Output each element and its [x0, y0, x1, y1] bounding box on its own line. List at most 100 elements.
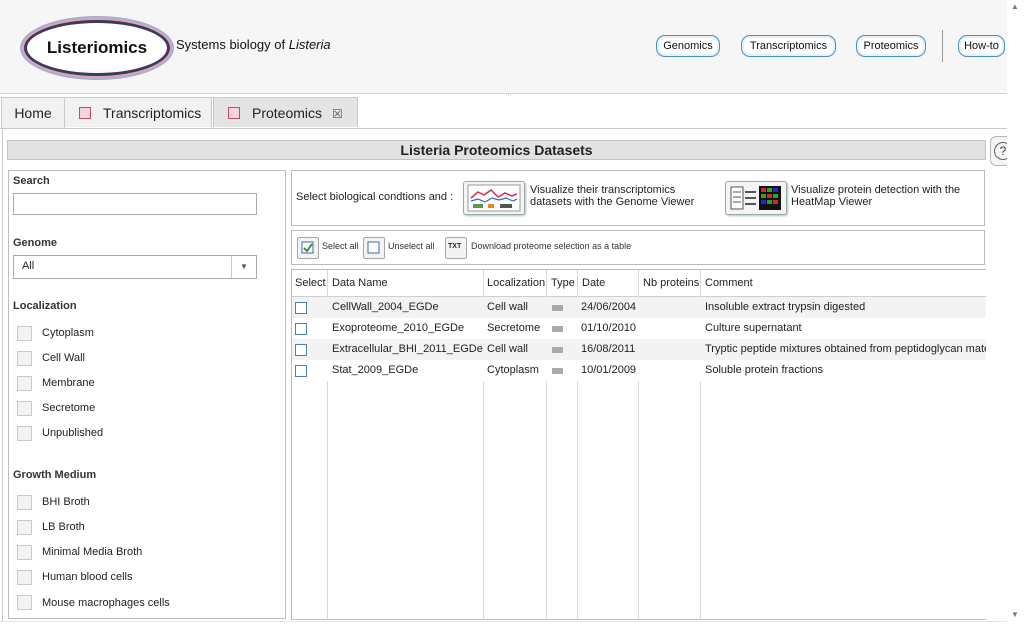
- cell-localization: Cell wall: [487, 343, 528, 355]
- row-select-checkbox[interactable]: [295, 302, 307, 314]
- checkbox-label: Unpublished: [42, 427, 104, 439]
- help-button[interactable]: ?: [990, 136, 1012, 166]
- checkbox-label: Membrane: [42, 377, 95, 389]
- tab-transcriptomics-label: Transcriptomics: [103, 105, 202, 121]
- nav-transcriptomics-button[interactable]: Transcriptomics: [741, 35, 836, 57]
- checkbox-label: Cytoplasm: [42, 327, 94, 339]
- checkbox-human-blood[interactable]: [17, 570, 32, 585]
- cell-data-name: Stat_2009_EGDe: [332, 364, 419, 376]
- cell-date: 24/06/2004: [581, 301, 637, 313]
- heatmap-viewer-text[interactable]: Visualize protein detection with the Heat…: [791, 184, 960, 208]
- listeriomics-logo[interactable]: Listeriomics: [24, 20, 170, 76]
- genome-viewer-button[interactable]: [463, 181, 525, 215]
- cell-data-name: Extracellular_BHI_2011_EGDe: [332, 343, 483, 355]
- cell-date: 10/01/2009: [581, 364, 637, 376]
- cell-localization: Cell wall: [487, 301, 528, 313]
- row-select-checkbox[interactable]: [295, 323, 307, 335]
- nav-genomics-button[interactable]: Genomics: [656, 35, 720, 57]
- table-row[interactable]: CellWall_2004_EGDe Cell wall 24/06/2004 …: [292, 297, 986, 318]
- close-tab-icon[interactable]: ☒: [332, 107, 343, 121]
- checkbox-cytoplasm[interactable]: [17, 326, 32, 341]
- genome-viewer-line2: datasets with the Genome Viewer: [530, 196, 695, 208]
- unselect-all-button[interactable]: [363, 237, 385, 259]
- cell-date: 01/10/2010: [581, 322, 637, 334]
- type-icon: [552, 347, 563, 353]
- heatmap-viewer-line1: Visualize protein detection with the: [791, 184, 961, 196]
- datasets-table: Select Data Name Localization Type Date …: [291, 269, 986, 620]
- dataset-icon: [79, 107, 91, 119]
- checkbox-bhi-broth[interactable]: [17, 495, 32, 510]
- table-row[interactable]: Extracellular_BHI_2011_EGDe Cell wall 16…: [292, 339, 986, 360]
- tab-transcriptomics[interactable]: Transcriptomics: [64, 97, 212, 127]
- row-select-checkbox[interactable]: [295, 365, 307, 377]
- row-select-checkbox[interactable]: [295, 344, 307, 356]
- growth-medium-label: Growth Medium: [13, 469, 97, 481]
- tab-home[interactable]: Home: [1, 97, 65, 128]
- type-icon: [552, 368, 563, 374]
- genome-label: Genome: [13, 237, 58, 249]
- scroll-down-icon[interactable]: ▼: [1011, 610, 1019, 619]
- table-row[interactable]: Exoproteome_2010_EGDe Secretome 01/10/20…: [292, 318, 986, 339]
- select-all-label[interactable]: Select all: [322, 241, 359, 251]
- checkbox-lb-broth[interactable]: [17, 520, 32, 535]
- checkbox-mouse-macrophages[interactable]: [17, 595, 32, 610]
- cell-localization: Cytoplasm: [487, 364, 539, 376]
- tab-home-label: Home: [14, 105, 52, 121]
- horizontal-scrollbar[interactable]: [0, 621, 1007, 627]
- cell-date: 16/08/2011: [581, 343, 636, 355]
- dataset-icon: [228, 107, 240, 119]
- cell-data-name: CellWall_2004_EGDe: [332, 301, 439, 313]
- column-header-date[interactable]: Date: [582, 270, 605, 296]
- checkbox-label: Minimal Media Broth: [42, 546, 143, 558]
- checkbox-secretome[interactable]: [17, 401, 32, 416]
- download-table-button[interactable]: TXT: [445, 237, 467, 259]
- nav-proteomics-button[interactable]: Proteomics: [856, 35, 926, 57]
- checkbox-membrane[interactable]: [17, 376, 32, 391]
- checkbox-label: Human blood cells: [42, 571, 133, 583]
- genome-viewer-line1: Visualize their transcriptomics: [530, 184, 676, 196]
- cell-comment: Soluble protein fractions: [705, 364, 824, 376]
- checkbox-cell-wall[interactable]: [17, 351, 32, 366]
- select-all-button[interactable]: [297, 237, 319, 259]
- type-icon: [552, 305, 563, 311]
- cell-localization: Secretome: [487, 322, 541, 334]
- search-input[interactable]: [13, 193, 257, 215]
- tagline-species: Listeria: [288, 37, 331, 52]
- unselect-all-label[interactable]: Unselect all: [388, 241, 435, 251]
- column-header-data-name[interactable]: Data Name: [332, 270, 388, 296]
- genome-viewer-text[interactable]: Visualize their transcriptomics datasets …: [530, 184, 694, 208]
- column-header-type[interactable]: Type: [551, 270, 575, 296]
- genome-select[interactable]: All ▼: [13, 255, 257, 279]
- action-prompt: Select biological condtions and :: [296, 191, 454, 203]
- chevron-down-icon[interactable]: ▼: [231, 256, 256, 278]
- genome-viewer-icon: [467, 184, 521, 212]
- cell-comment: Culture supernatant: [705, 322, 802, 334]
- search-label: Search: [13, 175, 50, 187]
- checkbox-minimal-media[interactable]: [17, 545, 32, 560]
- tab-proteomics[interactable]: Proteomics ☒: [213, 97, 358, 127]
- empty-box-icon: [367, 241, 380, 254]
- column-header-localization[interactable]: Localization: [487, 270, 545, 296]
- heatmap-viewer-icon: [730, 186, 781, 210]
- cell-comment: Insoluble extract trypsin digested: [705, 301, 866, 313]
- column-header-nb-proteins[interactable]: Nb proteins: [643, 270, 699, 296]
- checkbox-label: BHI Broth: [42, 496, 90, 508]
- nav-divider: [942, 30, 943, 62]
- tagline-prefix: Systems biology of: [176, 37, 289, 52]
- checked-box-icon: [301, 241, 314, 254]
- download-table-label[interactable]: Download proteome selection as a table: [471, 241, 631, 251]
- cell-data-name: Exoproteome_2010_EGDe: [332, 322, 465, 334]
- heatmap-viewer-button[interactable]: [725, 181, 787, 215]
- type-icon: [552, 326, 563, 332]
- column-header-select[interactable]: Select: [295, 270, 326, 296]
- checkbox-label: LB Broth: [42, 521, 85, 533]
- checkbox-label: Secretome: [42, 402, 96, 414]
- scroll-up-icon[interactable]: ▲: [1011, 2, 1019, 11]
- txt-file-icon: TXT: [448, 243, 462, 250]
- checkbox-unpublished[interactable]: [17, 426, 32, 441]
- nav-howto-button[interactable]: How-to: [958, 35, 1005, 57]
- vertical-scrollbar[interactable]: ▲ ▼: [1007, 0, 1024, 626]
- table-row[interactable]: Stat_2009_EGDe Cytoplasm 10/01/2009 Solu…: [292, 360, 986, 381]
- cell-comment: Tryptic peptide mixtures obtained from p…: [705, 343, 986, 355]
- column-header-comment[interactable]: Comment: [705, 270, 753, 296]
